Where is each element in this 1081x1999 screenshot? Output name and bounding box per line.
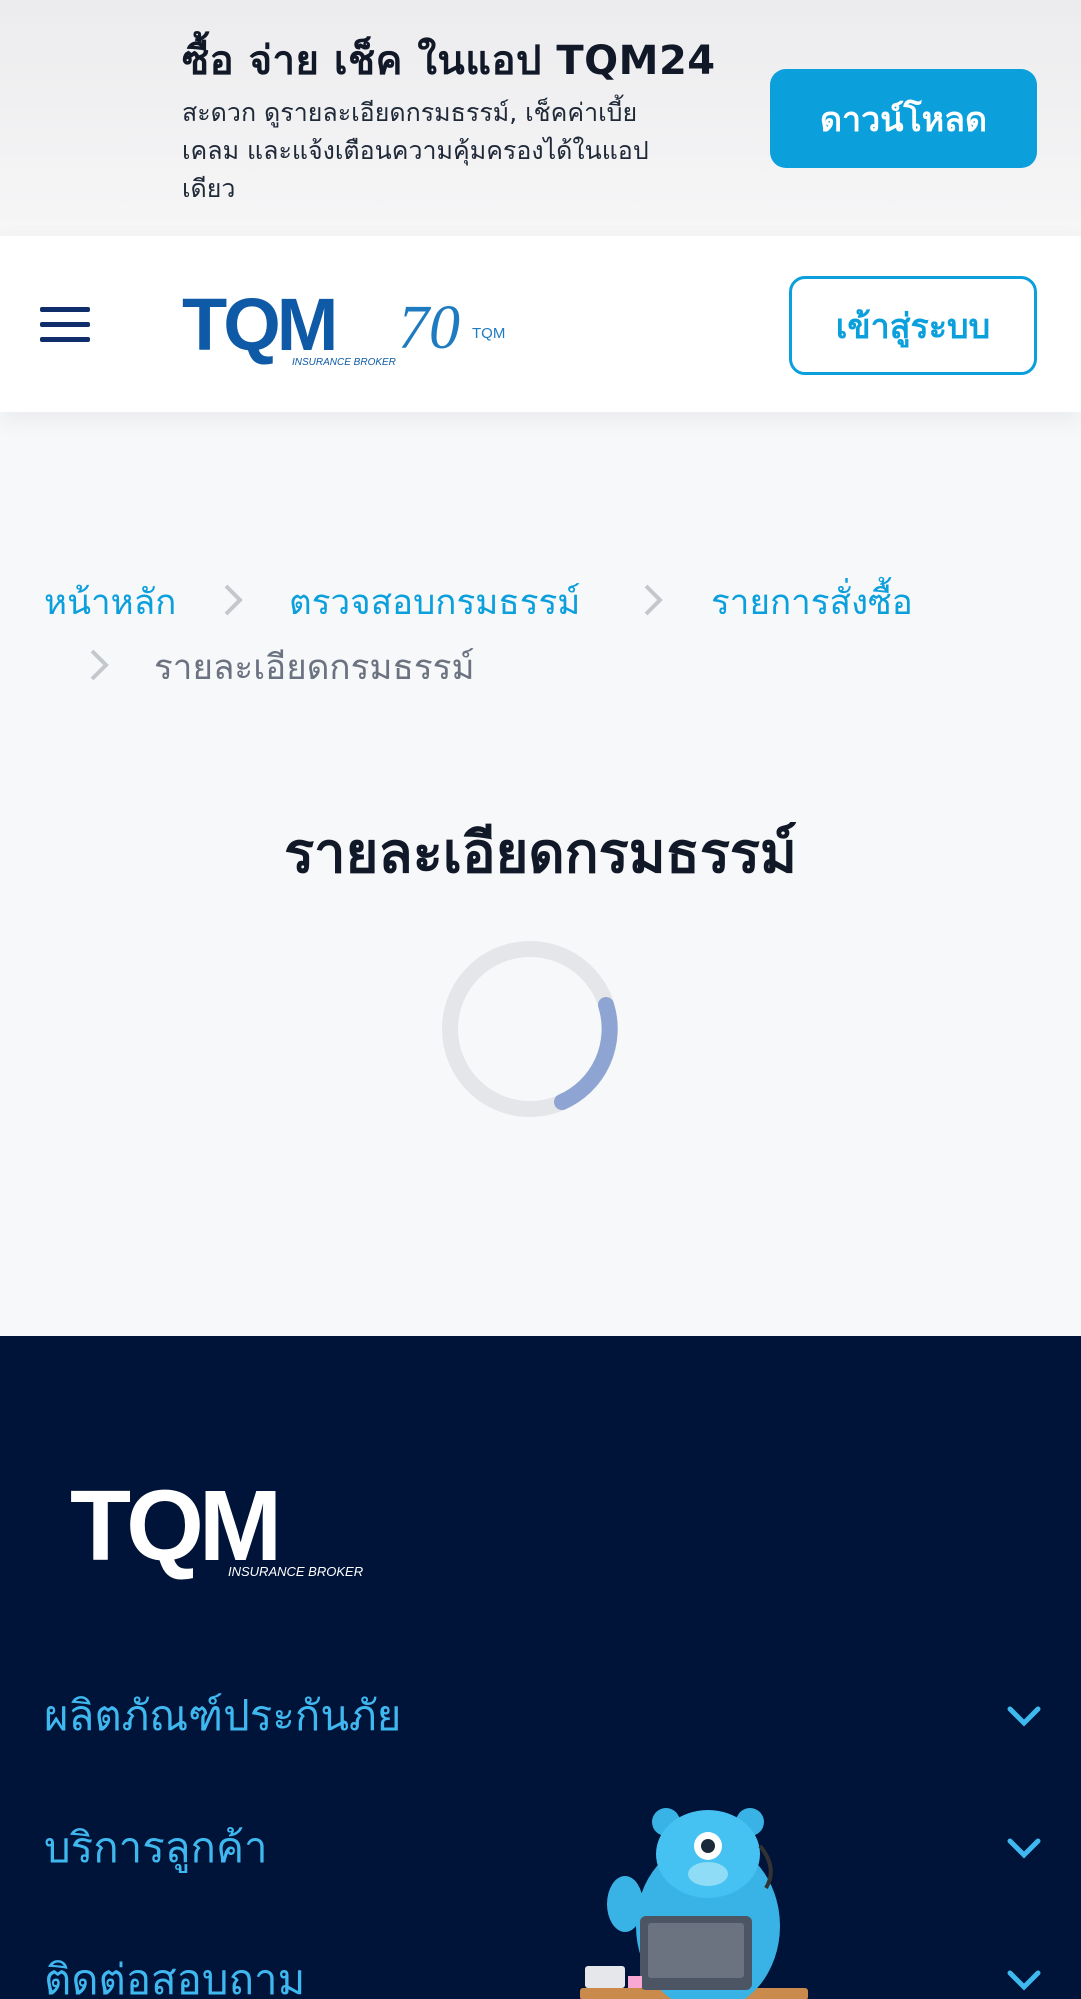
hamburger-menu-icon[interactable] — [40, 307, 92, 343]
site-header: TQM INSURANCE BROKER 70 TQM เข้าสู่ระบบ — [0, 236, 1081, 412]
tqm-logo[interactable]: TQM INSURANCE BROKER 70 TQM — [182, 288, 512, 368]
tqm-footer-logo: TQM INSURANCE BROKER — [70, 1472, 363, 1582]
svg-text:TQM: TQM — [472, 325, 505, 342]
chevron-down-icon — [1007, 1970, 1041, 1991]
footer-menu-label: ผลิตภัณฑ์ประกันภัย — [44, 1691, 402, 1740]
breadcrumb-home-link[interactable]: หน้าหลัก — [44, 575, 176, 630]
chevron-down-icon — [1007, 1706, 1041, 1727]
chevron-right-icon — [644, 584, 663, 616]
app-download-banner: ซื้อ จ่าย เช็ค ในแอป TQM24 สะดวก ดูรายละ… — [0, 0, 1081, 236]
svg-text:70: 70 — [398, 294, 460, 362]
breadcrumb-current: รายละเอียดกรมธรรม์ — [154, 648, 475, 688]
svg-text:TQM: TQM — [182, 288, 334, 366]
breadcrumb-check-policy-link[interactable]: ตรวจสอบกรมธรรม์ — [289, 575, 580, 630]
app-banner-title: ซื้อ จ่าย เช็ค ในแอป TQM24 — [182, 38, 716, 84]
svg-text:INSURANCE BROKER: INSURANCE BROKER — [292, 357, 396, 368]
footer-menu-label: ติดต่อสอบถาม — [44, 1955, 306, 1999]
footer-menu-contact[interactable]: ติดต่อสอบถาม — [44, 1940, 1044, 1999]
footer-menu-products[interactable]: ผลิตภัณฑ์ประกันภัย — [44, 1676, 1044, 1756]
breadcrumb-orders-link[interactable]: รายการสั่งซื้อ — [711, 575, 913, 630]
breadcrumb: หน้าหลัก ตรวจสอบกรมธรรม์ รายการสั่งซื้อ … — [0, 560, 1081, 700]
footer-menu-customer-service[interactable]: บริการลูกค้า — [44, 1808, 1044, 1888]
chevron-right-icon — [224, 584, 243, 616]
chevron-right-icon — [90, 649, 109, 681]
app-banner-description: สะดวก ดูรายละเอียดกรมธรรม์, เช็คค่าเบี้ย… — [182, 98, 649, 203]
svg-text:INSURANCE BROKER: INSURANCE BROKER — [228, 1564, 363, 1579]
footer-menu-label: บริการลูกค้า — [44, 1823, 268, 1872]
login-button[interactable]: เข้าสู่ระบบ — [789, 276, 1037, 375]
site-footer: TQM INSURANCE BROKER ผลิตภัณฑ์ประกันภัย … — [0, 1336, 1081, 1999]
bear-mascot-illustration — [580, 1808, 808, 1999]
page-title: รายละเอียดกรมธรรม์ — [284, 821, 797, 886]
loading-spinner — [442, 941, 618, 1117]
download-app-button[interactable]: ดาวน์โหลด — [770, 69, 1037, 168]
chevron-down-icon — [1007, 1838, 1041, 1859]
